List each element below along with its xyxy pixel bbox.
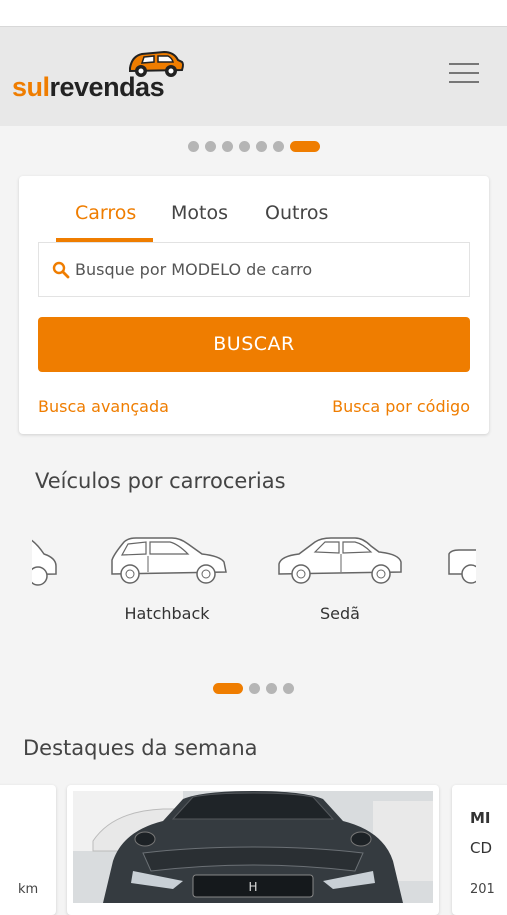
search-icon [52,261,70,279]
carousel-dot[interactable] [204,141,216,152]
vehicle-type-tabs: Carros Motos Outros [56,194,386,242]
card-title-partial: MI [470,809,491,827]
search-input[interactable] [75,251,455,287]
tab-carros[interactable]: Carros [75,202,136,224]
search-card: Carros Motos Outros BUSCAR Busca avançad… [19,176,489,434]
logo-text-revendas: revendas [49,72,165,102]
pager-dot[interactable] [266,683,277,694]
body-type-hatchback[interactable]: Hatchback [102,530,232,640]
highlight-card-partial-right[interactable]: MI CD 201 [452,785,507,915]
body-type-label: Hatchback [124,604,210,623]
card-year-partial: 201 [470,882,495,897]
sulrevendas-logo[interactable]: sulrevendas [12,46,184,106]
pager-dot[interactable] [249,683,260,694]
highlight-card[interactable]: H [67,785,439,915]
status-bar [0,0,507,27]
tab-motos[interactable]: Motos [171,202,228,224]
body-type-item[interactable]: l [32,530,62,640]
tab-outros[interactable]: Outros [265,202,328,224]
body-types-carousel: l Hatchback Sedã [32,530,476,640]
highlight-card-partial-left[interactable]: km [0,785,56,915]
hatchback-car-icon [111,537,227,584]
svg-text:H: H [248,880,257,894]
car-photo: H [73,791,433,903]
carousel-dot[interactable] [238,141,250,152]
search-field[interactable] [38,243,470,297]
card-subtitle-partial: CD [470,839,493,857]
sedan-car-icon [278,537,402,584]
body-type-label: l [32,604,62,623]
carousel-dot-active[interactable] [289,141,320,152]
logo-text-sul: sul [12,72,50,102]
car-body-icon [448,549,476,584]
busca-avancada-link[interactable]: Busca avançada [38,397,169,416]
body-type-seda[interactable]: Sedã [275,530,405,640]
card-mileage: km [18,882,39,897]
logo-text: sulrevendas [12,72,165,103]
body-type-label: Sedã [320,604,360,623]
carousel-dot[interactable] [272,141,284,152]
carousel-dot[interactable] [221,141,233,152]
pager-dot[interactable] [283,683,294,694]
body-types-pager [0,678,507,694]
body-type-item[interactable] [445,530,476,640]
carousel-dot[interactable] [255,141,267,152]
hero-carousel-pager [0,136,507,152]
busca-por-codigo-link[interactable]: Busca por código [332,397,470,416]
pager-dot-active[interactable] [213,683,243,694]
hamburger-icon[interactable] [449,63,479,87]
honda-suv-photo: H [73,791,433,903]
carousel-dot[interactable] [187,141,199,152]
highlights-title: Destaques da semana [23,736,258,760]
buscar-button[interactable]: BUSCAR [38,317,470,372]
car-body-icon [32,539,57,586]
body-types-title: Veículos por carrocerias [35,469,286,493]
